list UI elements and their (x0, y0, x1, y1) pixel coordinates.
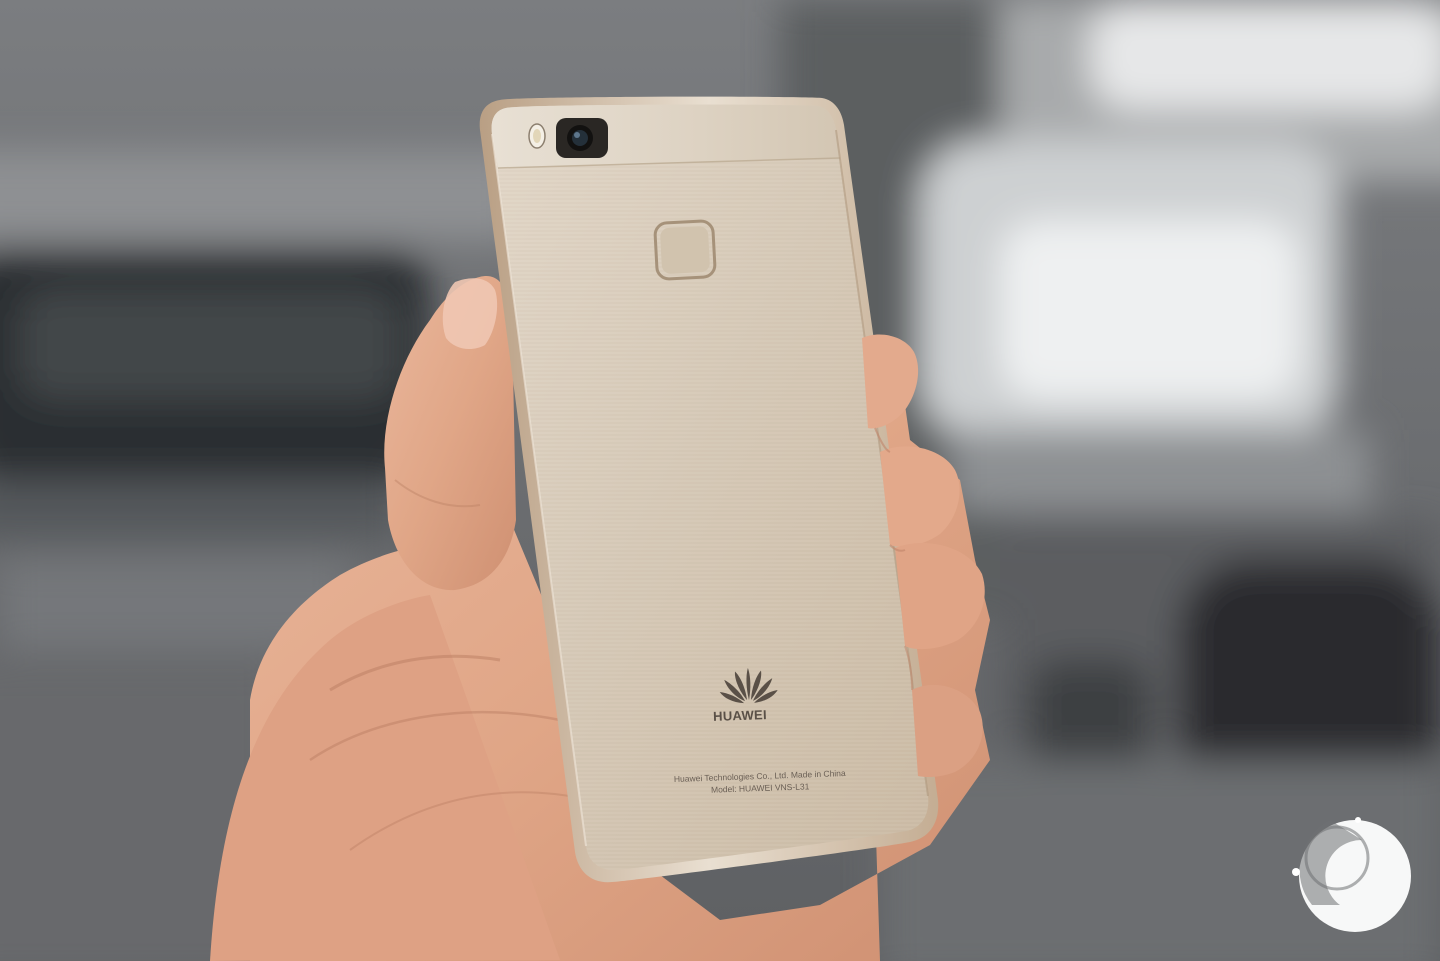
photo-canvas (0, 0, 1440, 961)
flash-icon (528, 123, 546, 149)
camera-icon (556, 118, 608, 158)
photo-scene: HUAWEI Huawei Technologies Co., Ltd. Mad… (0, 0, 1440, 961)
